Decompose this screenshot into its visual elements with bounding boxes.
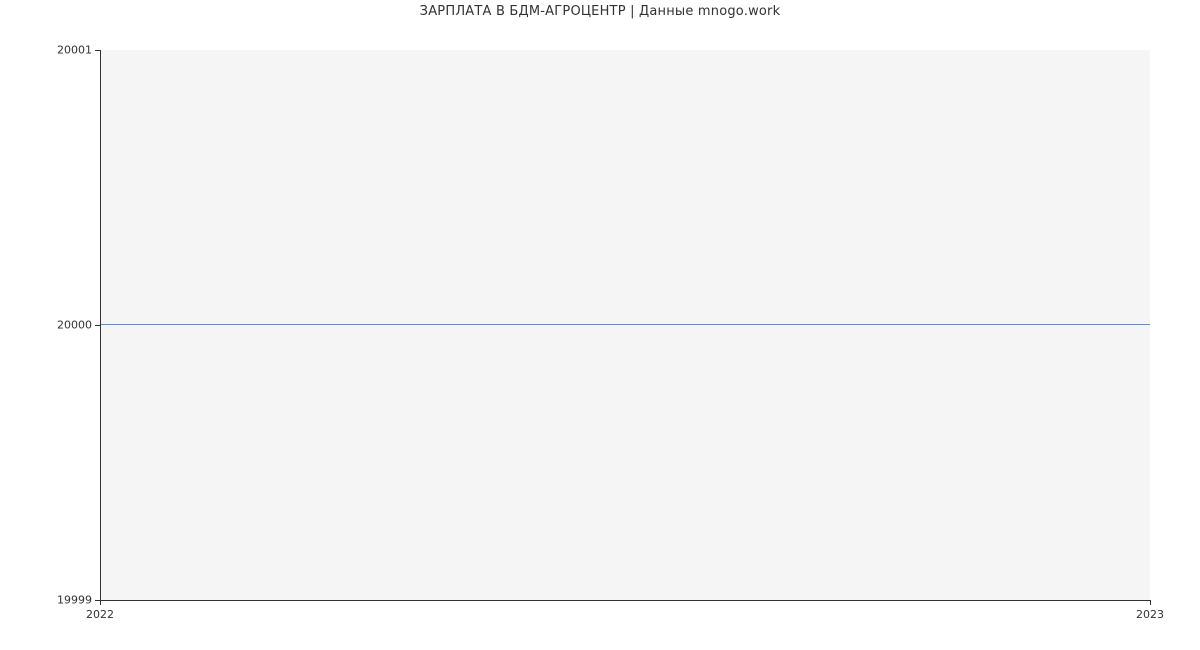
plot-area	[100, 50, 1150, 600]
x-tick	[100, 600, 101, 605]
chart-title: ЗАРПЛАТА В БДМ-АГРОЦЕНТР | Данные mnogo.…	[0, 4, 1200, 19]
y-tick-label: 19999	[4, 594, 92, 607]
x-tick-label: 2022	[86, 608, 114, 621]
y-tick	[95, 50, 100, 51]
y-tick-label: 20001	[4, 44, 92, 57]
x-tick-label: 2023	[1136, 608, 1164, 621]
axis-spine-left	[100, 50, 101, 600]
axis-spine-bottom	[100, 600, 1150, 601]
x-tick	[1150, 600, 1151, 605]
y-tick	[95, 325, 100, 326]
chart-container: ЗАРПЛАТА В БДМ-АГРОЦЕНТР | Данные mnogo.…	[0, 0, 1200, 650]
y-tick-label: 20000	[4, 319, 92, 332]
data-line	[100, 324, 1150, 325]
